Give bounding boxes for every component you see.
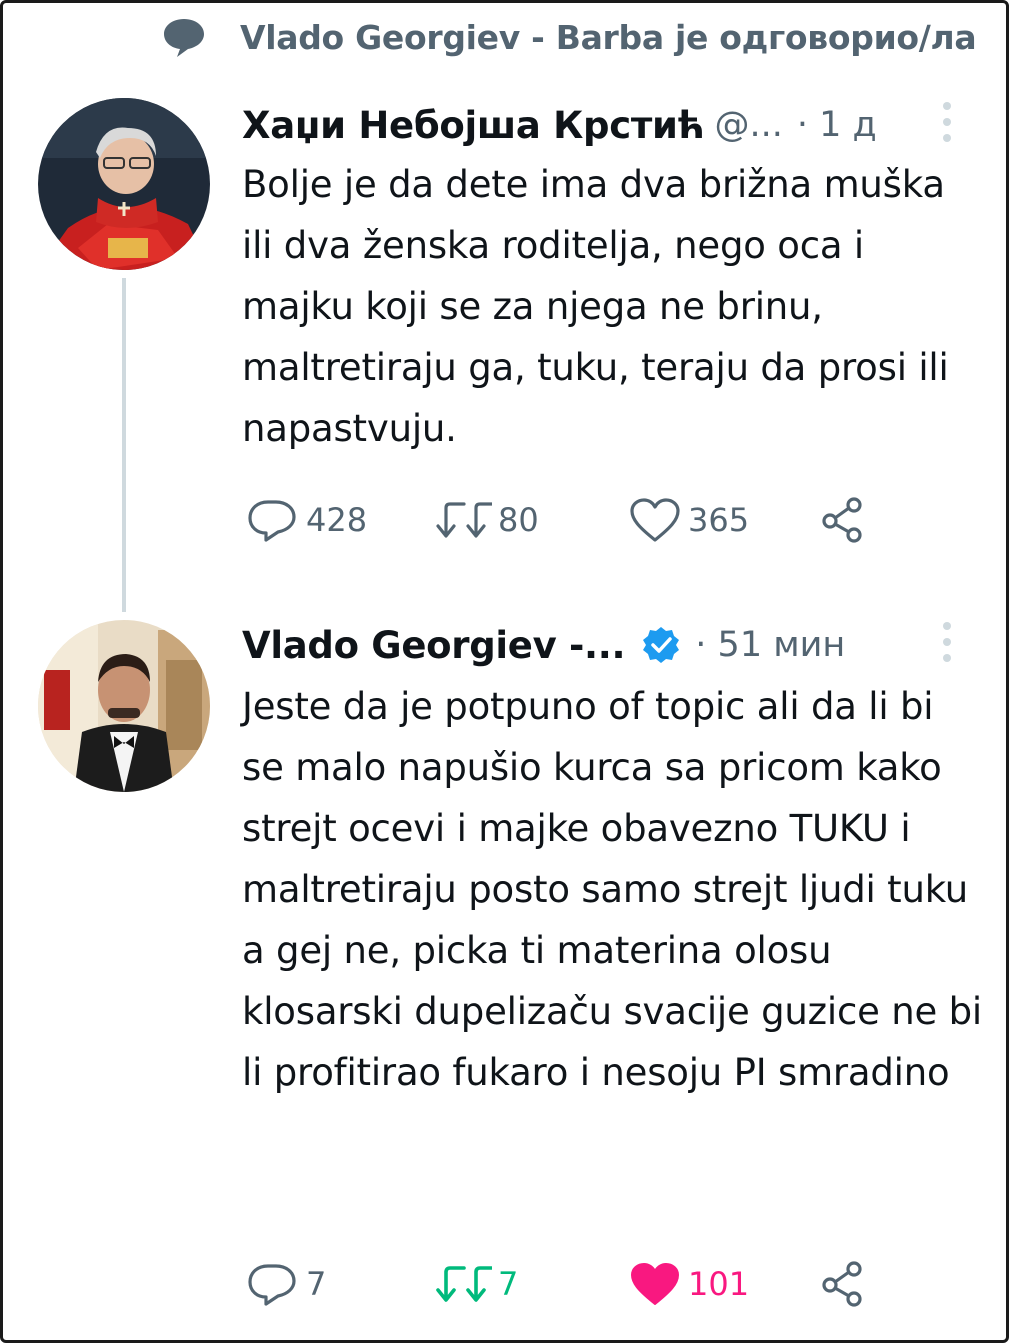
tweet-timestamp[interactable]: · 51 мин xyxy=(695,625,845,665)
tweet-header: Хаџи Небојша Крстић @... · 1 д xyxy=(242,100,877,150)
avatar-image-hadzi xyxy=(38,98,210,270)
heart-icon xyxy=(631,1263,679,1305)
tweet-header: Vlado Georgiev -... · 51 мин xyxy=(242,620,845,670)
heart-icon xyxy=(630,498,680,542)
share-button[interactable] xyxy=(818,1256,868,1312)
reply-count: 7 xyxy=(306,1265,327,1303)
like-count: 101 xyxy=(688,1265,750,1303)
author-name[interactable]: Хаџи Небојша Крстић xyxy=(242,104,705,147)
thread-connector-line xyxy=(122,278,126,612)
like-button[interactable]: 101 xyxy=(628,1256,749,1312)
retweet-icon xyxy=(436,502,492,538)
author-name[interactable]: Vlado Georgiev -... xyxy=(242,624,626,667)
share-icon xyxy=(822,497,862,543)
like-count: 365 xyxy=(688,501,750,539)
social-context-text: Vlado Georgiev - Barba је одговорио/ла xyxy=(240,17,977,57)
like-button[interactable]: 365 xyxy=(628,492,749,548)
tweet-actions: 7 7 101 xyxy=(240,1256,880,1312)
reply-count: 428 xyxy=(306,501,368,539)
verified-badge-icon xyxy=(643,627,680,663)
tweet-timestamp[interactable]: · 1 д xyxy=(797,105,877,145)
reply-icon xyxy=(248,500,296,542)
reply-button[interactable]: 428 xyxy=(246,492,367,548)
avatar[interactable] xyxy=(38,98,210,270)
more-vertical-icon[interactable] xyxy=(940,620,954,664)
retweet-count: 80 xyxy=(498,501,539,539)
retweet-icon xyxy=(436,1266,492,1302)
retweet-count: 7 xyxy=(498,1265,519,1303)
more-vertical-icon[interactable] xyxy=(940,100,954,144)
reply-icon xyxy=(248,1264,296,1306)
social-context[interactable]: Vlado Georgiev - Barba је одговорио/ла xyxy=(160,12,977,62)
share-icon xyxy=(822,1261,862,1307)
tweet-actions: 428 80 365 xyxy=(240,492,880,548)
reply-button[interactable]: 7 xyxy=(246,1256,326,1312)
author-handle[interactable]: @... xyxy=(715,105,783,145)
tweet-text: Jeste da je potpuno of topic ali da li b… xyxy=(242,685,982,1094)
avatar-image-vlado xyxy=(38,620,210,792)
tweet-text: Bolje je da dete ima dva brižna muška il… xyxy=(242,163,949,450)
retweet-button[interactable]: 80 xyxy=(432,492,539,548)
speech-bubble-icon xyxy=(164,19,204,57)
retweet-button[interactable]: 7 xyxy=(432,1256,518,1312)
share-button[interactable] xyxy=(818,492,868,548)
avatar[interactable] xyxy=(38,620,210,792)
